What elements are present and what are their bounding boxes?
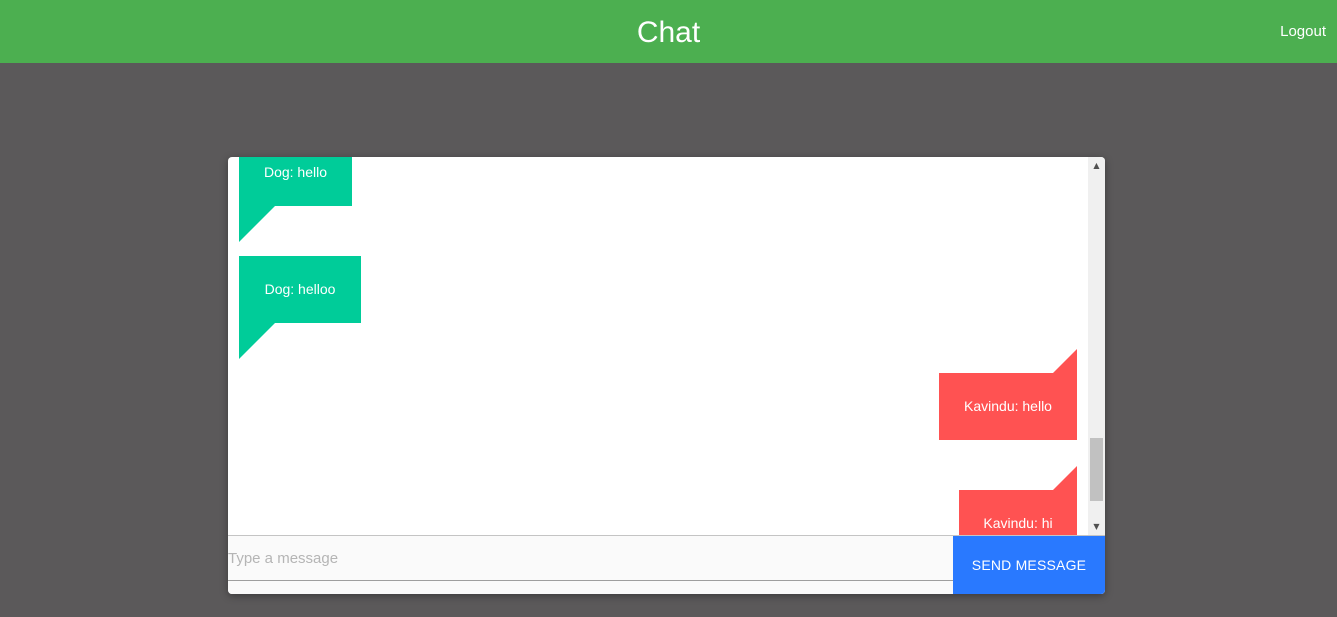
message-text: Dog: helloo [264, 281, 336, 297]
message-text: Kavindu: hello [964, 398, 1052, 414]
message-bubble-outgoing: Kavindu: hi [959, 466, 1077, 535]
composer: SEND MESSAGE [228, 535, 1105, 594]
message-bubble-incoming: Dog: helloo [239, 256, 361, 359]
message-text: Dog: hello [263, 164, 328, 180]
page-title: Chat [636, 16, 701, 49]
message-bubble-incoming: Dog: hello [239, 157, 352, 242]
scroll-thumb[interactable] [1090, 438, 1103, 501]
bubble-tail [1053, 466, 1077, 490]
message-list[interactable]: Dog: hello Dog: helloo Kavindu: hello Ka… [228, 157, 1088, 535]
scroll-down-arrow-icon[interactable]: ▼ [1088, 518, 1105, 535]
bubble-tail [239, 206, 275, 242]
scroll-up-arrow-icon[interactable]: ▲ [1088, 157, 1105, 174]
message-bubble-outgoing: Kavindu: hello [939, 349, 1077, 440]
app-header: Chat Logout [0, 0, 1337, 63]
send-message-button[interactable]: SEND MESSAGE [953, 536, 1105, 594]
message-input[interactable] [228, 536, 953, 581]
message-text: Kavindu: hi [983, 515, 1053, 531]
bubble-tail [239, 323, 275, 359]
chat-window: Dog: hello Dog: helloo Kavindu: hello Ka… [228, 157, 1105, 594]
logout-button[interactable]: Logout [1280, 0, 1326, 63]
bubble-tail [1053, 349, 1077, 373]
message-scrollbar[interactable]: ▲ ▼ [1088, 157, 1105, 535]
